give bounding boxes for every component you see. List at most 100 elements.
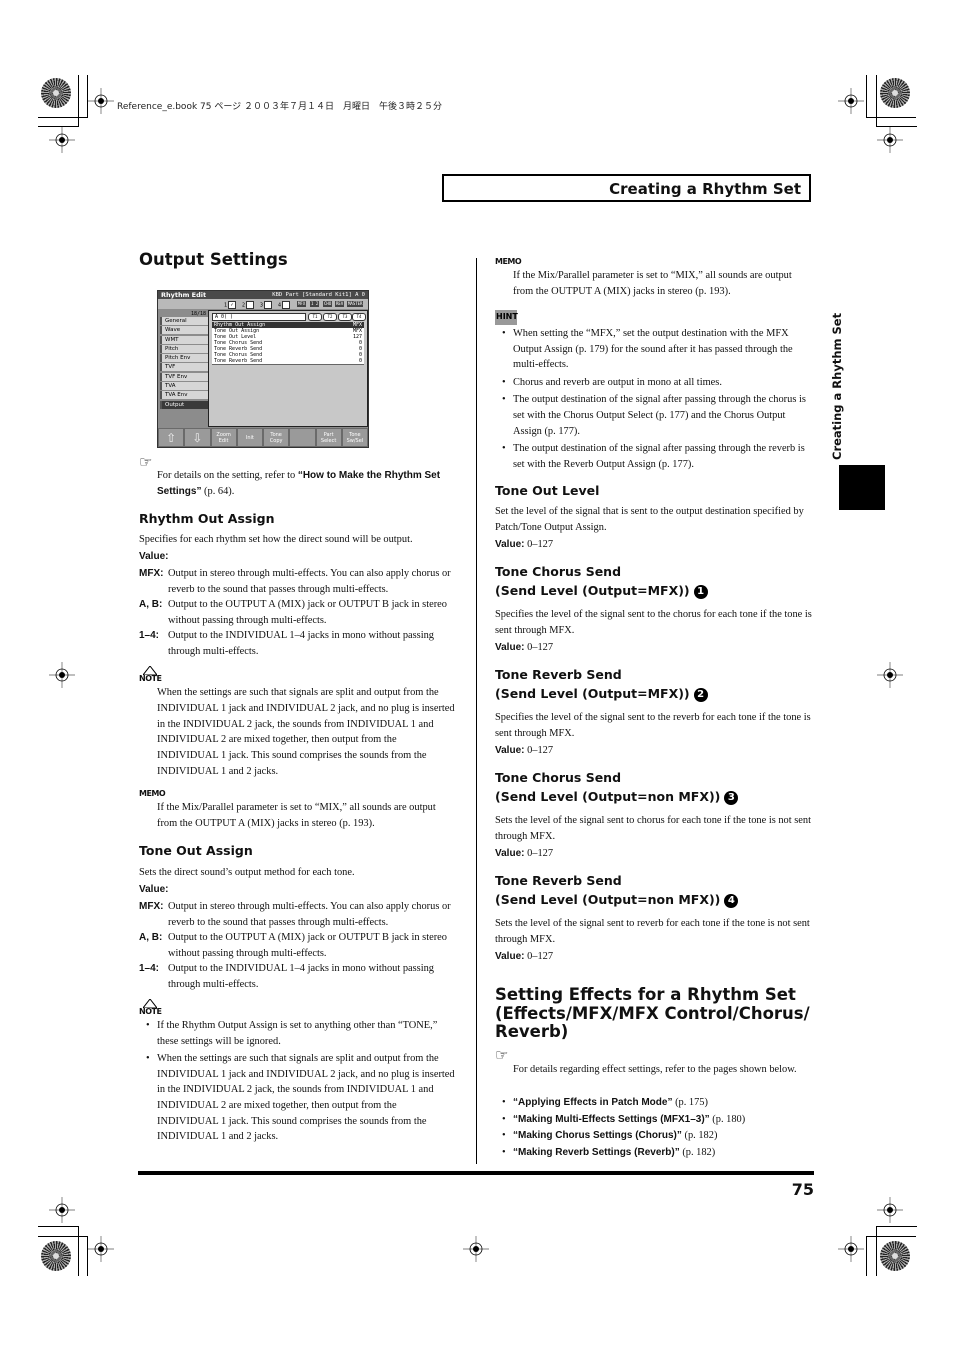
tab-general[interactable]: General: [160, 317, 208, 325]
tone-button-4[interactable]: T4: [352, 313, 366, 321]
tab-pitch[interactable]: Pitch: [160, 344, 208, 353]
column-divider: [476, 258, 477, 1164]
tone-copy-button[interactable]: Tone Copy: [264, 429, 289, 446]
effects-link-item[interactable]: “Applying Effects in Patch Mode” (p. 175…: [502, 1095, 812, 1111]
hint-item: Chorus and reverb are output in mono at …: [502, 375, 812, 391]
heading-tone-out-level: Tone Out Level: [495, 483, 600, 498]
tone-reverb-send-mfx-description: Specifies the level of the signal sent t…: [495, 712, 811, 739]
crop-mark: [866, 1236, 867, 1276]
heading-rhythm-out-assign: Rhythm Out Assign: [139, 511, 275, 526]
crosshair-mark-icon: [838, 88, 864, 114]
memo-icon: MEMO: [495, 257, 522, 266]
hint-item: The output destination of the signal aft…: [502, 441, 812, 472]
hint-icon: HINT: [495, 310, 518, 325]
right-memo: If the Mix/Parallel parameter is set to …: [513, 270, 792, 297]
crop-mark: [866, 1236, 916, 1237]
marker-4-icon: 4: [724, 893, 739, 908]
init-button[interactable]: Init: [237, 429, 262, 446]
crop-mark: [78, 1226, 79, 1276]
screen-tab-list: 18/18 General Wave WMT Pitch Pitch Env T…: [160, 311, 208, 410]
value-definition: A, B: Output to the OUTPUT A (MIX) jack o…: [139, 599, 447, 626]
crosshair-mark-icon: [838, 1236, 864, 1262]
tone-button-1[interactable]: T1: [308, 313, 322, 321]
tab-wave[interactable]: Wave: [160, 326, 208, 335]
crop-mark: [866, 117, 916, 118]
part-check-1[interactable]: 1 ✓: [224, 301, 237, 309]
crosshair-mark-icon: [88, 1236, 114, 1262]
tone-chorus-send-mfx-description: Specifies the level of the signal sent t…: [495, 609, 812, 636]
tone-out-assign-description: Sets the direct sound’s output method fo…: [139, 867, 355, 878]
section-heading-setting-effects: Setting Effects for a Rhythm Set (Effect…: [495, 985, 810, 1041]
tone-out-level-description: Set the level of the signal that is sent…: [495, 506, 804, 533]
crop-mark: [38, 117, 88, 118]
effects-link-item[interactable]: “Making Chorus Settings (Chorus)” (p. 18…: [502, 1128, 812, 1144]
crosshair-mark-icon: [877, 1197, 903, 1223]
value-definition: 1–4: Output to the INDIVIDUAL 1–4 jacks i…: [139, 630, 434, 657]
tag-reverb[interactable]: REV: [335, 301, 345, 307]
crop-mark: [78, 75, 79, 127]
checkbox-icon: [246, 301, 255, 309]
effects-link-item[interactable]: “Making Multi-Effects Settings (MFX1–3)”…: [502, 1112, 812, 1128]
value-label: Value:: [139, 884, 169, 895]
crosshair-mark-icon: [49, 662, 75, 688]
effects-link-list: “Applying Effects in Patch Mode” (p. 175…: [502, 1095, 812, 1161]
tab-pitch-env[interactable]: Pitch Env: [160, 354, 208, 363]
print-header: Reference_e.book 75 ページ ２００３年７月１４日 月曜日 午…: [117, 102, 443, 112]
screen-part-info: KBD Part [Standard Kit1] A 0: [272, 292, 365, 298]
cursor-up-button[interactable]: ⇧: [159, 429, 184, 446]
side-tab-label: Creating a Rhythm Set: [830, 312, 844, 460]
note-icon: NOTE: [139, 674, 162, 683]
value-label: Value:: [139, 551, 169, 562]
param-row[interactable]: Tone Reverb Send 0: [212, 358, 364, 365]
note-item: When the settings are such that signals …: [146, 1051, 458, 1145]
tab-tva-env[interactable]: TVA Env: [160, 391, 208, 400]
tone-out-assign-notes: If the Rhythm Output Assign is set to an…: [146, 1018, 458, 1147]
tag-chorus[interactable]: CHO: [323, 301, 333, 307]
tone-sw-sel-button[interactable]: Tone Sw/Sel: [342, 429, 367, 446]
registration-target-icon: [41, 78, 71, 108]
tab-tva[interactable]: TVA: [160, 382, 208, 391]
tag-master[interactable]: MASTER: [347, 301, 364, 307]
crop-mark: [876, 1226, 877, 1276]
chapter-title-box: Creating a Rhythm Set: [442, 174, 811, 202]
section-heading-output-settings: Output Settings: [139, 250, 288, 269]
empty-function-button[interactable]: [290, 429, 315, 446]
part-check-4[interactable]: 4: [278, 301, 291, 309]
tag-mfx[interactable]: MFX: [297, 301, 307, 307]
zoom-edit-button[interactable]: Zoom Edit: [211, 429, 236, 446]
part-check-2[interactable]: 2: [242, 301, 255, 309]
side-tab-marker: [839, 465, 885, 510]
key-select-field[interactable]: A 0( ): [212, 313, 306, 321]
tab-wmt[interactable]: WMT: [160, 335, 208, 344]
note-triangle-icon: [143, 999, 157, 1008]
cursor-down-button[interactable]: ⇩: [185, 429, 210, 446]
crosshair-mark-icon: [877, 662, 903, 688]
reference-pointer-icon: ☞: [495, 1048, 509, 1064]
tone-button-3[interactable]: T3: [338, 313, 352, 321]
effects-link-item[interactable]: “Making Reverb Settings (Reverb)” (p. 18…: [502, 1145, 812, 1161]
value-definition: MFX: Output in stereo through multi-effec…: [139, 901, 451, 928]
tag-mfx-parts[interactable]: 1 2: [310, 301, 320, 307]
tab-tvf[interactable]: TVF: [160, 363, 208, 372]
part-select-button[interactable]: Part Select: [316, 429, 341, 446]
checkbox-checked-icon: ✓: [228, 301, 237, 309]
registration-target-icon: [41, 1241, 71, 1271]
marker-1-icon: 1: [693, 584, 708, 599]
rhythm-out-assign-memo: If the Mix/Parallel parameter is set to …: [157, 802, 436, 829]
heading-tone-reverb-send-mfx: Tone Reverb Send (Send Level (Output=MFX…: [495, 665, 708, 703]
effects-intro: For details regarding effect settings, r…: [513, 1064, 797, 1075]
value-definition: 1–4: Output to the INDIVIDUAL 1–4 jacks i…: [139, 963, 434, 990]
tone-reverb-send-non-mfx-value: Value: 0–127: [495, 951, 554, 962]
tone-button-2[interactable]: T2: [323, 313, 337, 321]
tab-output[interactable]: Output: [160, 400, 208, 409]
tone-chorus-send-non-mfx-description: Sets the level of the signal sent to cho…: [495, 815, 811, 842]
rhythm-out-assign-values: MFX: Output in stereo through multi-effec…: [139, 566, 459, 660]
registration-target-icon: [880, 78, 910, 108]
marker-3-icon: 3: [724, 790, 739, 805]
part-check-3[interactable]: 3: [260, 301, 273, 309]
parameter-panel: A 0( ) T1 T2 T3 T4 Rhythm Out Assign MFX …: [208, 310, 368, 427]
checkbox-icon: [264, 301, 273, 309]
registration-target-icon: [880, 1241, 910, 1271]
heading-tone-chorus-send-non-mfx: Tone Chorus Send (Send Level (Output=non…: [495, 768, 739, 806]
tab-tvf-env[interactable]: TVF Env: [160, 372, 208, 381]
